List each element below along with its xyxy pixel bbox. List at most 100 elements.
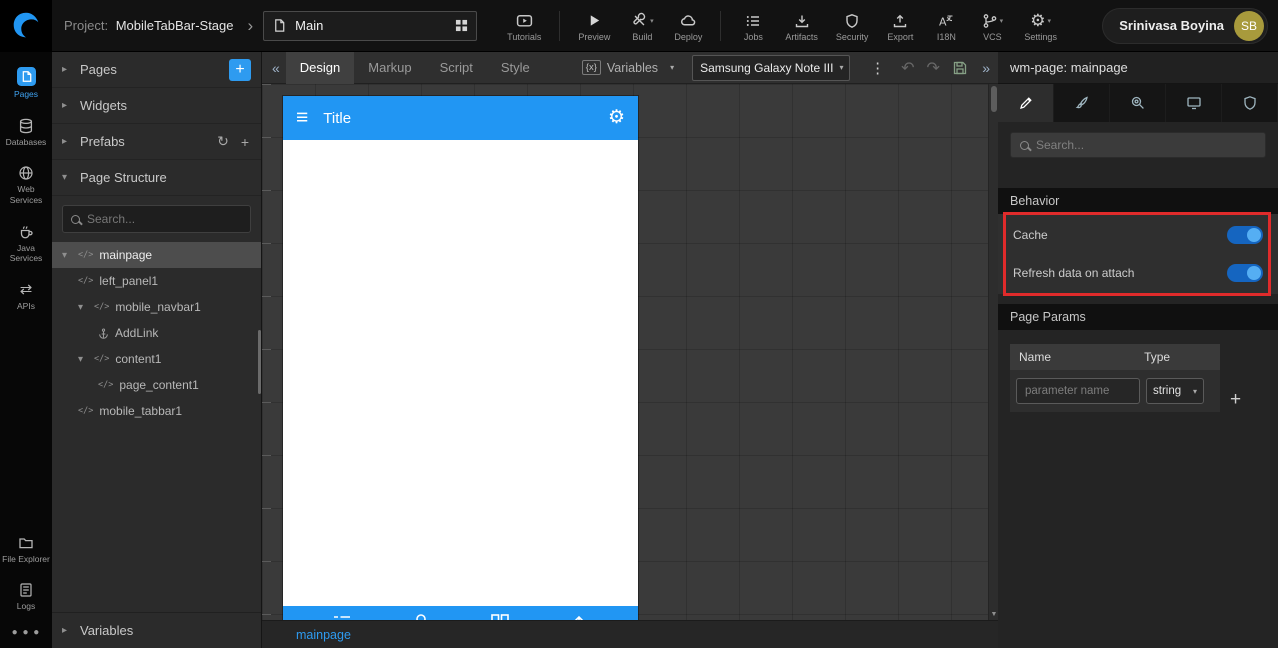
rail-item-apis[interactable]: ⇄ APIs	[0, 273, 52, 321]
rail-more-button[interactable]: ● ● ●	[0, 621, 52, 648]
settings-caret-icon[interactable]: ▾	[1048, 17, 1052, 25]
behavior-section-header[interactable]: Behavior	[998, 188, 1278, 214]
tab-design[interactable]: Design	[285, 51, 355, 84]
rail-item-java-services[interactable]: Java Services	[0, 215, 52, 273]
rail-item-logs[interactable]: Logs	[0, 573, 52, 621]
tree-item-left-panel1[interactable]: </> left_panel1	[52, 268, 261, 294]
tabbar-user-icon[interactable]	[410, 612, 432, 620]
tree-item-addlink[interactable]: AddLink	[52, 320, 261, 346]
mobile-navbar-title[interactable]: Title	[323, 110, 608, 127]
user-menu[interactable]: Srinivasa Boyina SB	[1102, 7, 1268, 44]
preview-button[interactable]: Preview	[570, 8, 618, 44]
more-options-kebab-icon[interactable]: ⋮	[866, 59, 889, 77]
mobile-navbar-gear-icon[interactable]: ⚙	[608, 108, 625, 128]
design-canvas[interactable]: ≡ Title ⚙ ▼	[262, 84, 998, 620]
mobile-preview[interactable]: ≡ Title ⚙	[283, 96, 638, 620]
tabbar-list-icon[interactable]	[331, 612, 353, 620]
structure-search[interactable]	[62, 205, 251, 233]
hamburger-menu-icon[interactable]: ≡	[296, 107, 308, 128]
properties-search-input[interactable]	[1036, 138, 1256, 152]
param-name-input[interactable]	[1016, 378, 1140, 404]
device-select[interactable]: Samsung Galaxy Note III ▾	[692, 54, 851, 81]
prefabs-add-icon[interactable]: +	[239, 134, 251, 150]
prefabs-caret-icon[interactable]: ▸	[62, 136, 72, 147]
redo-button[interactable]: ↷	[926, 58, 939, 78]
widgets-caret-icon[interactable]: ▸	[62, 100, 72, 111]
section-widgets[interactable]: ▸ Widgets	[52, 88, 261, 124]
variables-button[interactable]: {x} Variables ▾	[581, 60, 674, 75]
tab-markup[interactable]: Markup	[354, 52, 425, 84]
tab-styles[interactable]	[1054, 84, 1110, 122]
collapse-left-panel-icon[interactable]: «	[266, 60, 286, 76]
scroll-down-arrow-icon[interactable]: ▼	[989, 611, 998, 618]
prefabs-refresh-icon[interactable]: ↻	[215, 133, 231, 150]
add-page-button[interactable]: +	[229, 58, 251, 81]
save-button[interactable]	[952, 60, 968, 76]
page-structure-caret-icon[interactable]: ▾	[62, 172, 72, 183]
mainpage-caret-icon[interactable]: ▾	[62, 250, 72, 261]
section-page-structure[interactable]: ▾ Page Structure	[52, 160, 261, 196]
grid-view-icon[interactable]	[455, 19, 468, 32]
rail-label-web-services: Web Services	[9, 184, 43, 205]
tabbar-arrow-up-icon[interactable]	[568, 612, 590, 620]
collapse-right-panel-icon[interactable]: »	[978, 60, 994, 76]
add-param-button[interactable]: +	[1228, 390, 1243, 412]
tree-item-page-content1[interactable]: </> page_content1	[52, 372, 261, 398]
explorer-scrollbar-thumb[interactable]	[258, 330, 261, 394]
tab-security[interactable]	[1222, 84, 1278, 122]
rail-item-file-explorer[interactable]: File Explorer	[0, 526, 52, 574]
security-button[interactable]: Security	[828, 8, 877, 44]
param-type-select[interactable]: string ▾	[1146, 378, 1204, 404]
properties-tab-strip	[998, 84, 1278, 122]
tab-style[interactable]: Style	[487, 52, 544, 84]
variables-caret-icon[interactable]: ▸	[62, 625, 72, 636]
deploy-label: Deploy	[674, 31, 703, 42]
undo-button[interactable]: ↶	[901, 58, 914, 78]
page-params-section-header[interactable]: Page Params	[998, 304, 1278, 330]
app-logo[interactable]	[0, 0, 52, 52]
tree-item-content1[interactable]: ▾ </> content1	[52, 346, 261, 372]
vcs-caret-icon[interactable]: ▾	[1000, 17, 1004, 25]
mobile-navbar1-caret-icon[interactable]: ▾	[78, 302, 88, 313]
rail-item-databases[interactable]: Databases	[0, 109, 52, 157]
tab-properties[interactable]	[998, 84, 1054, 122]
tutorials-button[interactable]: Tutorials	[499, 8, 549, 44]
mobile-navbar[interactable]: ≡ Title ⚙	[283, 96, 638, 140]
canvas-scrollbar[interactable]: ▼	[988, 84, 998, 620]
canvas-scrollbar-thumb[interactable]	[991, 86, 997, 112]
tab-script[interactable]: Script	[426, 52, 487, 84]
settings-button[interactable]: ⚙ ▾ Settings	[1016, 8, 1065, 44]
section-prefabs[interactable]: ▸ Prefabs ↻ +	[52, 124, 261, 160]
tree-item-mobile-navbar1[interactable]: ▾ </> mobile_navbar1	[52, 294, 261, 320]
refresh-data-toggle[interactable]	[1227, 264, 1263, 282]
vcs-button[interactable]: ▾ VCS	[970, 8, 1014, 44]
section-variables[interactable]: ▸ Variables	[52, 612, 261, 648]
page-file-icon	[272, 18, 287, 33]
build-button[interactable]: ▾ Build	[620, 8, 664, 44]
artifacts-button[interactable]: Artifacts	[777, 8, 826, 44]
tabbar-grid-icon[interactable]	[489, 612, 511, 620]
content1-caret-icon[interactable]: ▾	[78, 354, 88, 365]
rail-label-pages: Pages	[13, 89, 39, 99]
export-button[interactable]: Export	[878, 8, 922, 44]
save-floppy-icon	[953, 61, 967, 74]
rail-item-web-services[interactable]: Web Services	[0, 156, 52, 214]
page-selector[interactable]: Main	[263, 10, 478, 41]
tree-item-mobile-tabbar1[interactable]: </> mobile_tabbar1	[52, 398, 261, 424]
tab-search-properties[interactable]	[1110, 84, 1166, 122]
deploy-button[interactable]: Deploy	[666, 8, 710, 44]
pages-caret-icon[interactable]: ▸	[62, 64, 72, 75]
jobs-button[interactable]: Jobs	[731, 8, 775, 44]
cache-toggle[interactable]	[1227, 226, 1263, 244]
section-pages[interactable]: ▸ Pages +	[52, 52, 261, 88]
properties-search[interactable]	[1010, 132, 1266, 158]
project-chevron-icon[interactable]: ›	[248, 16, 254, 36]
open-page-tab-mainpage[interactable]: mainpage	[296, 628, 351, 642]
mobile-tabbar[interactable]	[283, 606, 638, 620]
structure-search-input[interactable]	[87, 212, 242, 226]
rail-item-pages[interactable]: Pages	[0, 58, 52, 109]
i18n-button[interactable]: A I18N	[924, 8, 968, 44]
tree-item-mainpage[interactable]: ▾ </> mainpage	[52, 242, 261, 268]
tab-device[interactable]	[1166, 84, 1222, 122]
build-caret-icon[interactable]: ▾	[650, 17, 654, 25]
